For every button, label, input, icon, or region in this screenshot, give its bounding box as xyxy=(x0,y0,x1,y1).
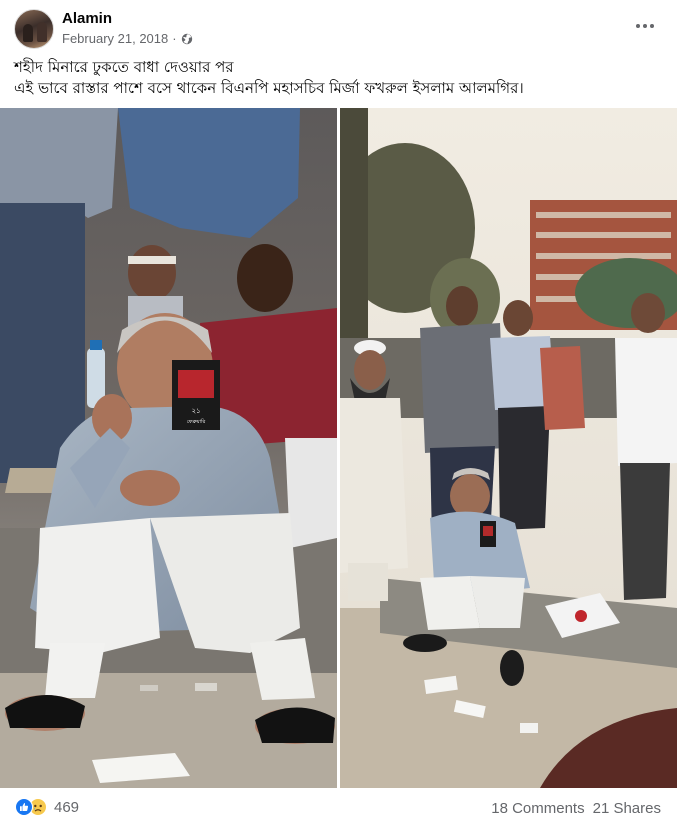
photo-grid: ২১ ফেব্রুয়ারি xyxy=(0,108,677,788)
avatar[interactable] xyxy=(14,9,54,49)
author-name[interactable]: Alamin xyxy=(62,10,112,27)
caption-line: এই ভাবে রাস্তার পাশে বসে থাকেন বিএনপি মহ… xyxy=(14,79,524,97)
facebook-post: Alamin February 21, 2018 · শহীদ মিনারে ঢ… xyxy=(0,0,677,827)
post-footer: 469 18 Comments 21 Shares xyxy=(0,790,677,827)
caption-line: শহীদ মিনারে ঢুকতে বাধা দেওয়ার পর xyxy=(14,58,234,76)
globe-icon xyxy=(181,33,192,44)
more-options-icon[interactable] xyxy=(628,12,662,40)
post-date[interactable]: February 21, 2018 xyxy=(62,31,168,46)
photo-left[interactable]: ২১ ফেব্রুয়ারি xyxy=(0,108,337,788)
post-header: Alamin February 21, 2018 · xyxy=(0,0,677,52)
photo-right-image xyxy=(340,108,677,788)
post-caption: শহীদ মিনারে ঢুকতে বাধা দেওয়ার পর এই ভাব… xyxy=(14,57,664,99)
engagement-stats: 18 Comments 21 Shares xyxy=(491,800,661,817)
comments-count[interactable]: 18 Comments xyxy=(491,800,584,817)
meta-separator: · xyxy=(172,31,177,46)
badge-text: ২১ xyxy=(191,407,200,415)
reaction-count: 469 xyxy=(54,798,80,816)
reactions-summary[interactable]: 469 xyxy=(15,798,79,816)
photo-left-image: ২১ ফেব্রুয়ারি xyxy=(0,108,337,788)
photo-right[interactable] xyxy=(340,108,677,788)
badge-text: ফেব্রুয়ারি xyxy=(187,419,206,425)
post-meta: February 21, 2018 · xyxy=(62,31,193,46)
shares-count[interactable]: 21 Shares xyxy=(593,800,661,817)
like-icon xyxy=(15,798,33,816)
